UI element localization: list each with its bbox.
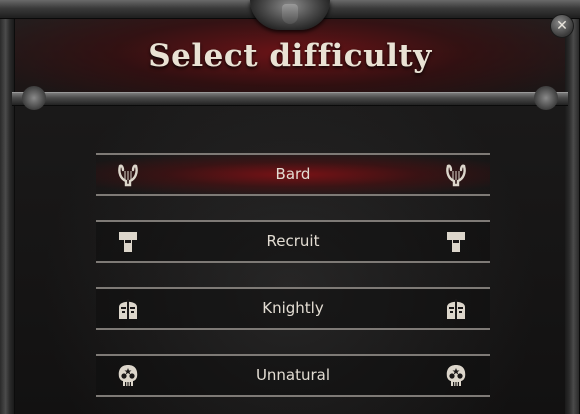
dialog-title: Select difficulty — [148, 38, 432, 74]
header-divider-rail — [12, 92, 568, 106]
option-label: Bard — [275, 165, 311, 183]
difficulty-option-knightly[interactable]: Knightly — [96, 287, 490, 330]
close-button[interactable]: ✕ — [550, 14, 574, 38]
difficulty-dialog: ✕ Select difficulty Bard Recruit Knightl… — [0, 0, 580, 414]
helmet-knight-icon — [442, 295, 470, 323]
skull-icon — [442, 362, 470, 390]
difficulty-option-bard[interactable]: Bard — [96, 153, 490, 196]
option-label: Knightly — [262, 299, 324, 317]
helmet-recruit-icon — [442, 228, 470, 256]
difficulty-option-recruit[interactable]: Recruit — [96, 220, 490, 263]
right-rail-ornament-icon — [534, 86, 558, 110]
option-label: Recruit — [266, 232, 320, 250]
left-rail-ornament-icon — [22, 86, 46, 110]
option-label: Unnatural — [255, 366, 331, 384]
difficulty-options: Bard Recruit Knightly Unnatural — [96, 153, 490, 414]
lyre-icon — [442, 161, 470, 189]
difficulty-option-unnatural[interactable]: Unnatural — [96, 354, 490, 397]
